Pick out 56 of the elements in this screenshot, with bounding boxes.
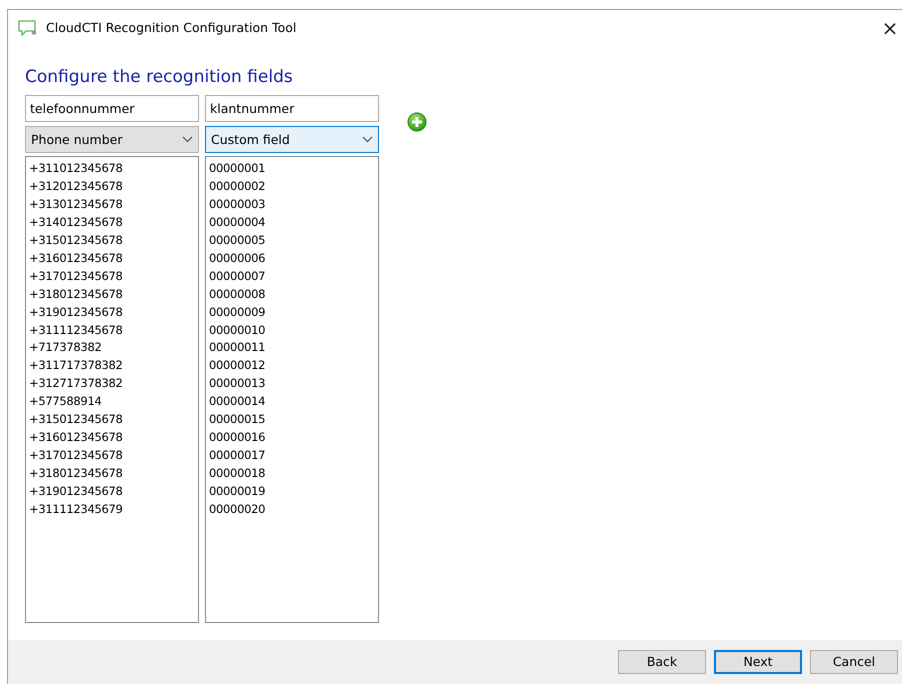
list-item[interactable]: 00000014	[209, 393, 375, 412]
list-item[interactable]: +319012345678	[29, 304, 195, 322]
list-item[interactable]: +317012345678	[29, 268, 195, 286]
list-item[interactable]: +312012345678	[29, 178, 195, 196]
list-item[interactable]: +311112345679	[29, 500, 195, 519]
list-item[interactable]: +318012345678	[29, 286, 195, 304]
list-item[interactable]: 00000002	[209, 178, 375, 196]
add-icon[interactable]	[407, 112, 427, 132]
list-item[interactable]: 00000019	[209, 482, 375, 501]
list-item[interactable]: +318012345678	[29, 464, 195, 483]
list-item[interactable]: 00000016	[209, 428, 375, 447]
list-item[interactable]: 00000013	[209, 375, 375, 394]
list-item[interactable]: 00000005	[209, 232, 375, 250]
list-item[interactable]: +316012345678	[29, 428, 195, 447]
list-item[interactable]: +314012345678	[29, 214, 195, 232]
list-item[interactable]: 00000012	[209, 357, 375, 376]
field-name-input[interactable]: telefoonnummer	[25, 95, 199, 122]
chat-icon	[18, 20, 38, 36]
list-item[interactable]: +317012345678	[29, 446, 195, 465]
list-item[interactable]: 00000008	[209, 286, 375, 304]
close-button[interactable]: ×	[878, 18, 902, 38]
list-item[interactable]: 00000006	[209, 250, 375, 268]
list-item[interactable]: +717378382	[29, 339, 195, 358]
list-item[interactable]: 00000009	[209, 304, 375, 322]
list-item[interactable]: +311112345678	[29, 322, 195, 340]
dialog-button[interactable]: Back	[618, 650, 706, 674]
list-item[interactable]: +316012345678	[29, 250, 195, 268]
list-item[interactable]: +313012345678	[29, 196, 195, 214]
field-type-dropdown[interactable]: Custom field	[205, 126, 379, 154]
list-item[interactable]: +577588914	[29, 393, 195, 412]
list-item[interactable]: +319012345678	[29, 482, 195, 501]
list-item[interactable]: +312717378382	[29, 375, 195, 394]
list-item[interactable]: 00000020	[209, 500, 375, 519]
list-item[interactable]: +311012345678	[29, 160, 195, 178]
list-item[interactable]: 00000015	[209, 411, 375, 429]
window-title: CloudCTI Recognition Configuration Tool	[46, 18, 296, 37]
list-item[interactable]: 00000018	[209, 464, 375, 483]
list-item[interactable]: 00000004	[209, 214, 375, 232]
list-item[interactable]: +315012345678	[29, 411, 195, 429]
chevron-icon	[362, 136, 373, 144]
list-item[interactable]: 00000010	[209, 322, 375, 340]
dialog-button[interactable]: Cancel	[810, 650, 898, 674]
value-list[interactable]	[25, 156, 199, 624]
value-list[interactable]: 00000001 00000002 00000003 00000004 00000005 00000006 00000007 00000008 00000009 00000010 00000011 00000012 00000013 00000014 00000015 00000016 00000017 00000018 00000019 00000020	[205, 156, 379, 624]
list-item[interactable]: 00000001	[209, 160, 375, 178]
field-name-input[interactable]: klantnummer	[205, 95, 379, 122]
page-heading: Configure the recognition fields	[25, 67, 294, 88]
list-item[interactable]: +311717378382	[29, 357, 195, 376]
field-type-dropdown[interactable]: Phone number	[25, 126, 199, 154]
dialog-button[interactable]: Next	[714, 650, 802, 674]
list-item[interactable]: +315012345678	[29, 232, 195, 250]
list-item[interactable]: 00000017	[209, 446, 375, 465]
list-item[interactable]: 00000003	[209, 196, 375, 214]
list-item[interactable]: 00000011	[209, 339, 375, 358]
chevron-icon	[182, 136, 193, 144]
list-item[interactable]: 00000007	[209, 268, 375, 286]
